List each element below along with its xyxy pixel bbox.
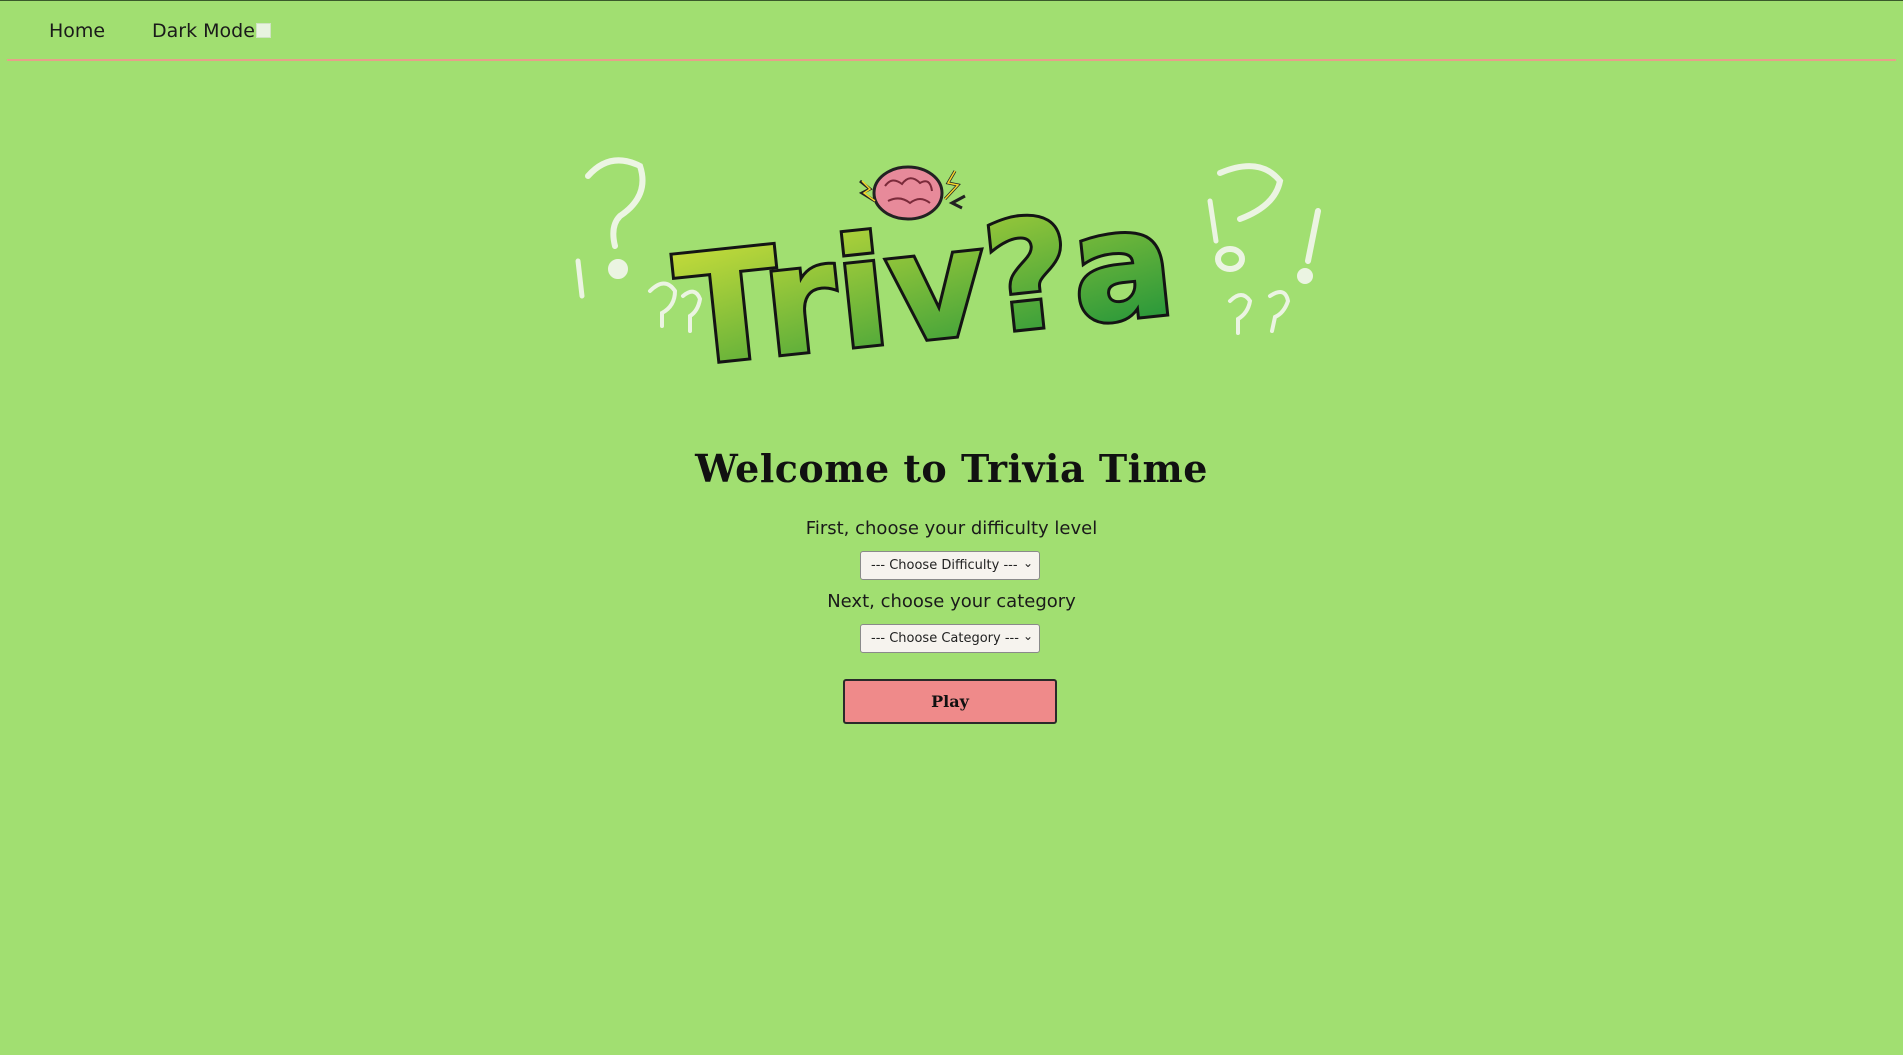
chevron-down-icon: ⌄ — [1022, 629, 1033, 643]
category-prompt: Next, choose your category — [827, 591, 1076, 612]
chalk-question-marks-right — [1207, 163, 1321, 335]
navbar: Home Dark Mode — [7, 1, 1896, 61]
dark-mode-label: Dark Mode — [152, 20, 255, 42]
category-select-value: --- Choose Category --- — [871, 631, 1019, 646]
difficulty-prompt: First, choose your difficulty level — [805, 518, 1098, 539]
trivia-logo: Triv?a — [575, 157, 1321, 366]
trivia-wordmark: Triv?a — [666, 172, 1185, 366]
play-button[interactable]: Play — [843, 679, 1057, 724]
page: Home Dark Mode Triv?a Welcome to Trivia … — [0, 0, 1903, 1055]
dark-mode-checkbox[interactable] — [256, 23, 271, 38]
category-select[interactable]: --- Choose Category --- ⌄ — [860, 624, 1040, 653]
page-title: Welcome to Trivia Time — [695, 446, 1208, 491]
nav-home-link[interactable]: Home — [49, 20, 105, 42]
chevron-down-icon: ⌄ — [1022, 556, 1033, 570]
difficulty-select-value: --- Choose Difficulty --- — [871, 558, 1018, 573]
svg-text:Triv?a: Triv?a — [669, 175, 1182, 366]
difficulty-select[interactable]: --- Choose Difficulty --- ⌄ — [860, 551, 1040, 580]
